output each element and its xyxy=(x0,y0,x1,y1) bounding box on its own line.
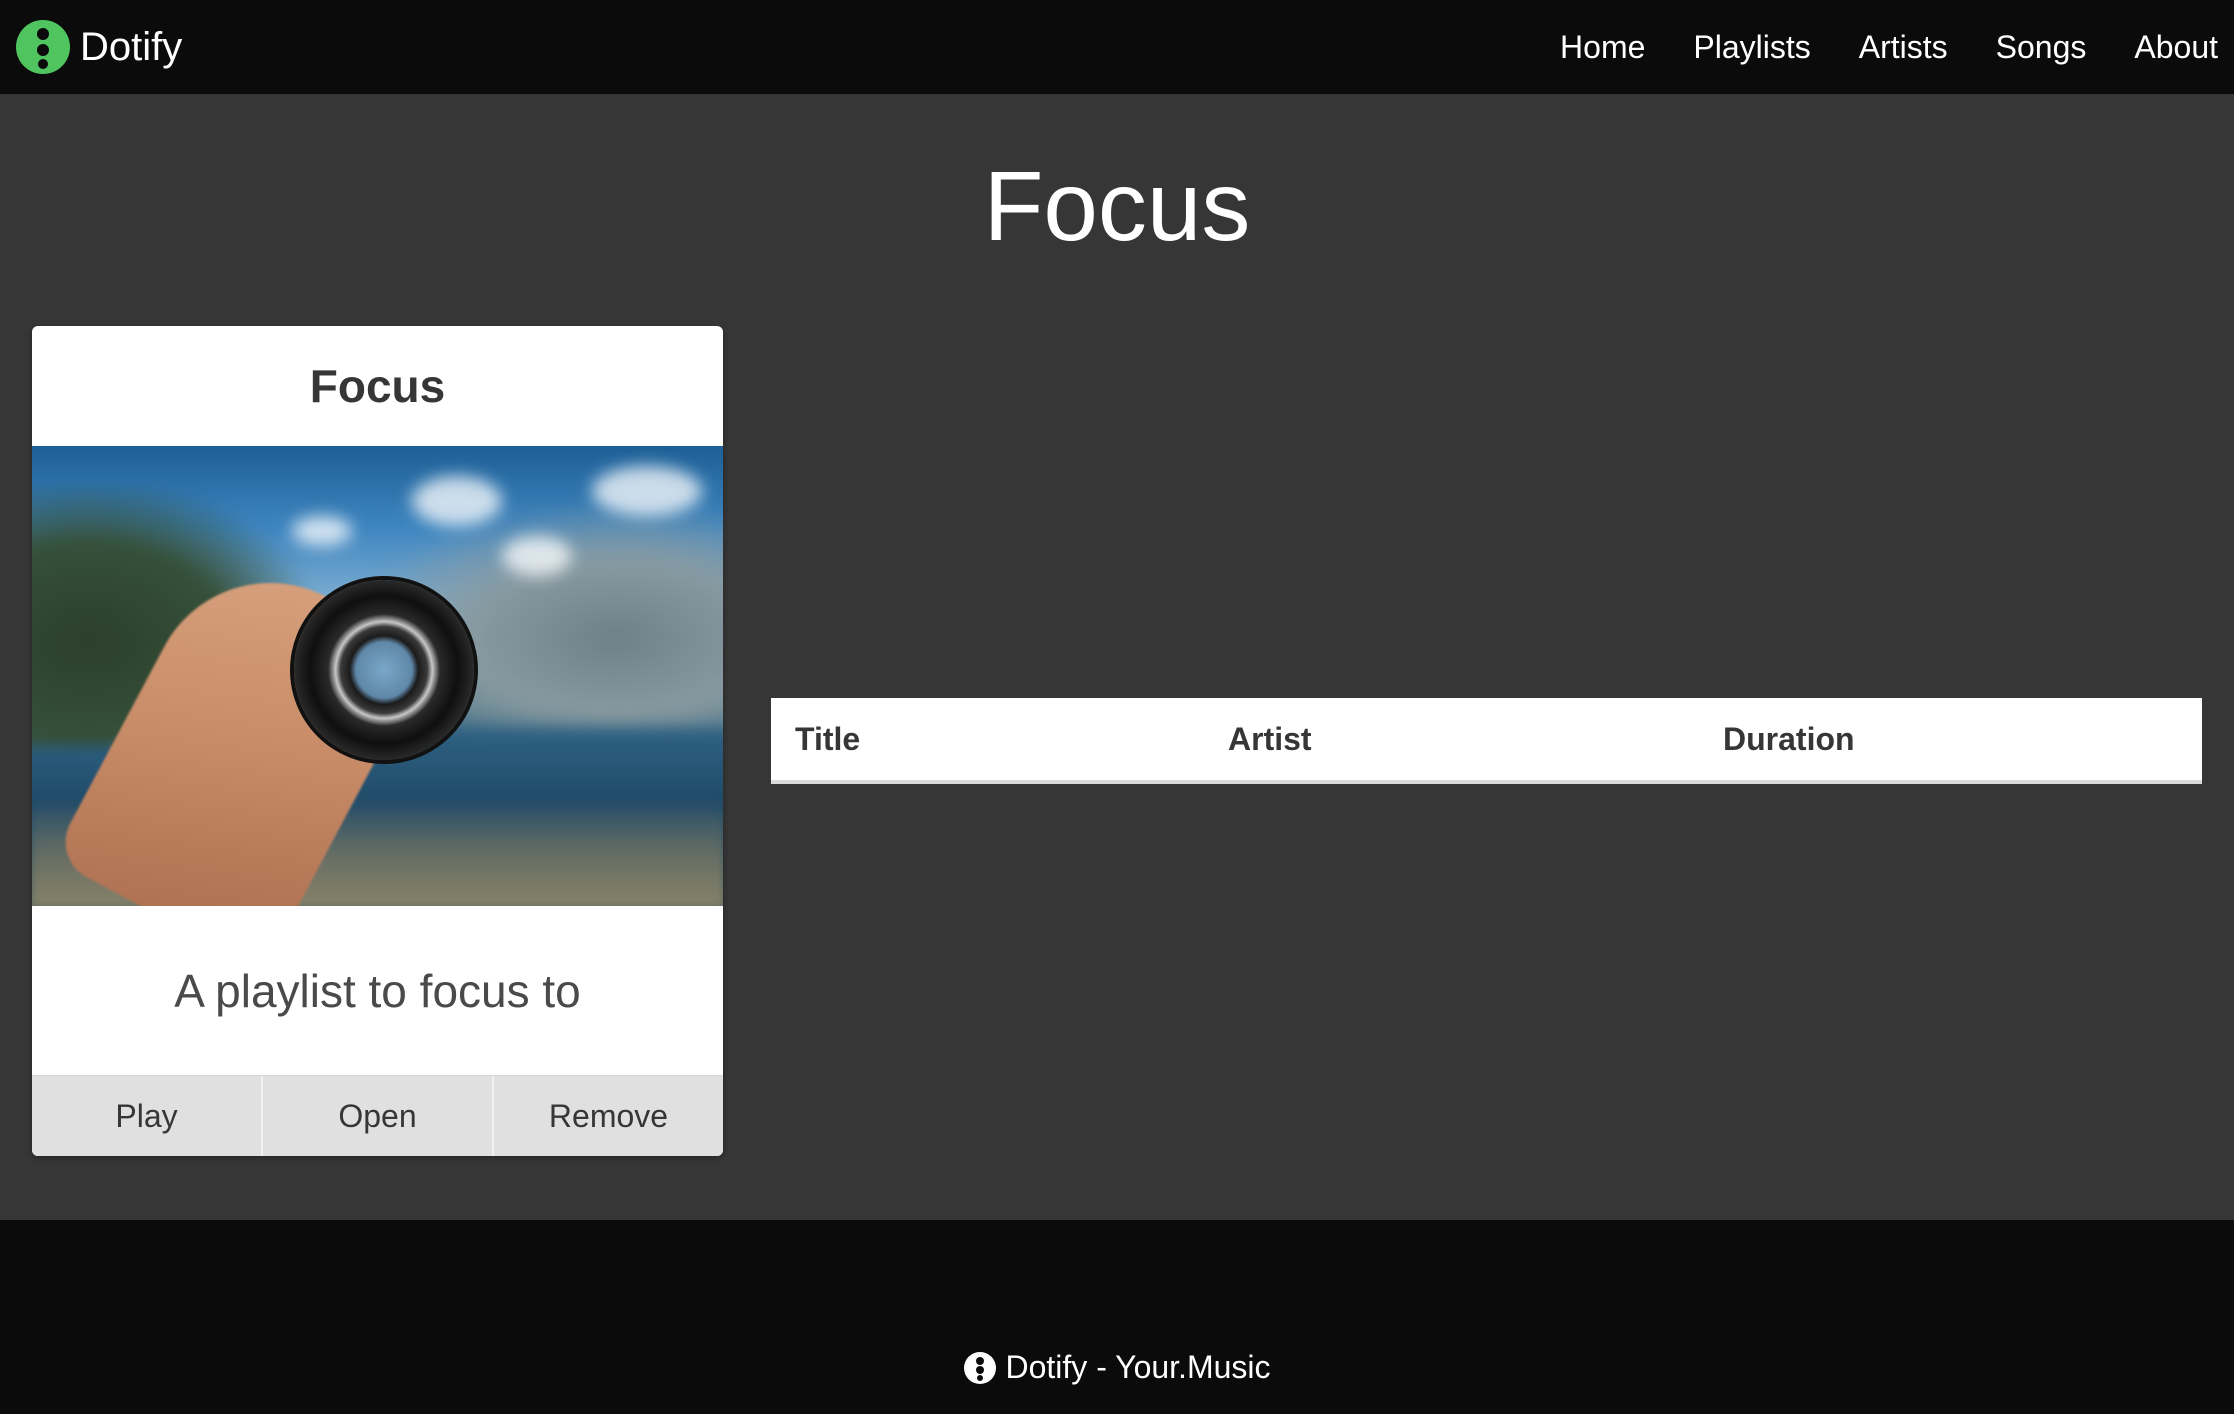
page-title: Focus xyxy=(983,151,1251,261)
top-navbar: Dotify Home Playlists Artists Songs Abou… xyxy=(0,0,2234,94)
playlist-card: Focus A playlist to focus to Play Open R… xyxy=(32,326,723,1156)
page-footer: Dotify - Your.Music xyxy=(0,1220,2234,1414)
remove-button[interactable]: Remove xyxy=(492,1076,723,1156)
open-button[interactable]: Open xyxy=(261,1076,492,1156)
table-header-row: Title Artist Duration xyxy=(771,698,2202,782)
brand-link[interactable]: Dotify xyxy=(16,20,182,74)
nav-home[interactable]: Home xyxy=(1560,29,1645,66)
main-nav: Home Playlists Artists Songs About xyxy=(1560,29,2218,66)
play-button[interactable]: Play xyxy=(32,1076,261,1156)
column-header-duration[interactable]: Duration xyxy=(1699,698,2202,782)
camera-lens-icon xyxy=(294,580,474,760)
playlist-card-title: Focus xyxy=(309,360,446,412)
dotify-logo-icon xyxy=(16,20,70,74)
nav-songs[interactable]: Songs xyxy=(1996,29,2087,66)
footer-text: Dotify - Your.Music xyxy=(1005,1349,1271,1385)
playlist-cover-image xyxy=(32,446,723,906)
nav-about[interactable]: About xyxy=(2134,29,2218,66)
playlist-card-actions: Play Open Remove xyxy=(32,1075,723,1156)
songs-table: Title Artist Duration xyxy=(771,698,2202,784)
column-header-artist[interactable]: Artist xyxy=(1204,698,1699,782)
nav-playlists[interactable]: Playlists xyxy=(1693,29,1810,66)
column-header-title[interactable]: Title xyxy=(771,698,1204,782)
brand-name: Dotify xyxy=(80,24,183,69)
nav-artists[interactable]: Artists xyxy=(1859,29,1948,66)
playlist-description: A playlist to focus to xyxy=(174,965,581,1017)
dotify-footer-logo-icon xyxy=(963,1351,996,1384)
